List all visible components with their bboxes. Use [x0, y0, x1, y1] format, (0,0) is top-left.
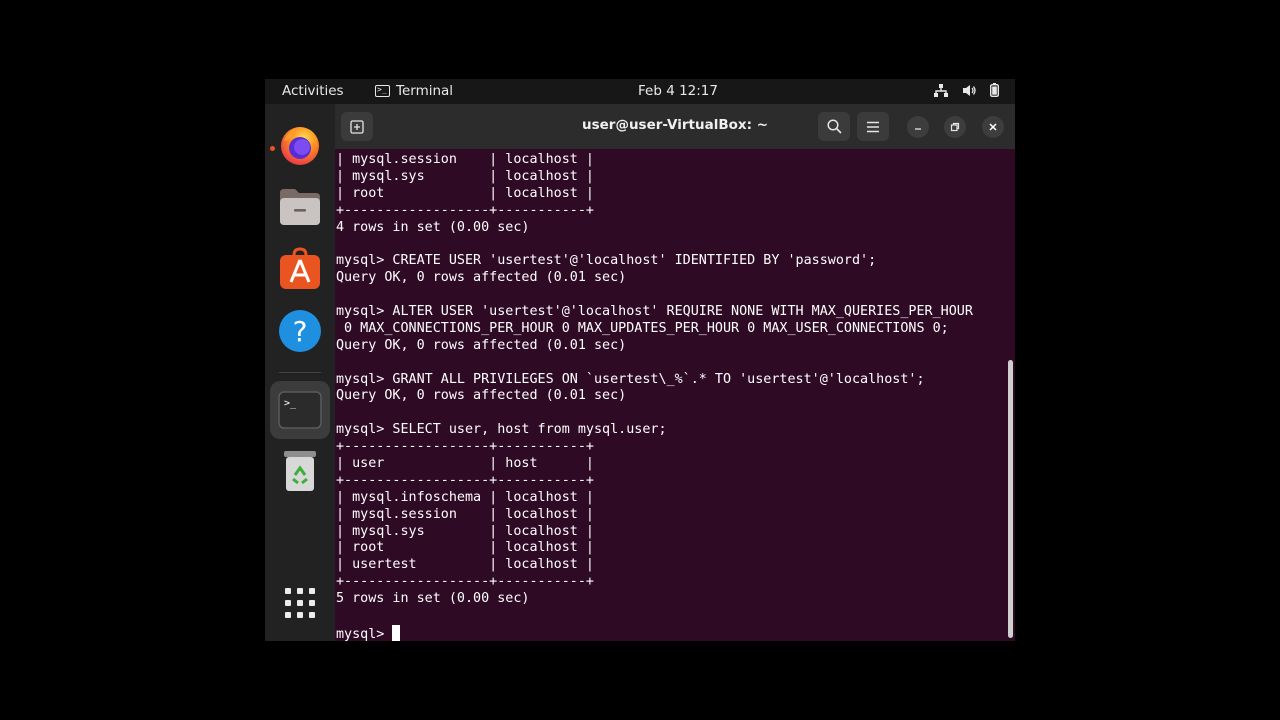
- title-bar[interactable]: user@user-VirtualBox: ~: [335, 104, 1015, 149]
- files-icon: [280, 189, 320, 225]
- system-tray[interactable]: [934, 83, 999, 97]
- svg-text:>_: >_: [284, 398, 297, 409]
- terminal-icon: >_: [278, 391, 322, 429]
- dock-separator: [279, 372, 321, 373]
- search-icon: [826, 119, 842, 134]
- trash-icon: [284, 451, 316, 491]
- desktop-screen: Activities >_ Terminal Feb 4 12:17 ? >_ …: [265, 79, 1015, 641]
- terminal-line: 4 rows in set (0.00 sec): [336, 219, 530, 235]
- terminal-line: | usertest | localhost |: [336, 557, 594, 573]
- hamburger-menu-icon: [867, 121, 879, 132]
- terminal-line: 0 MAX_CONNECTIONS_PER_HOUR 0 MAX_UPDATES…: [336, 320, 949, 336]
- dock-show-apps[interactable]: [270, 574, 330, 632]
- dock-firefox[interactable]: [270, 116, 330, 174]
- restore-icon: [950, 122, 960, 132]
- menu-button[interactable]: [857, 112, 889, 141]
- help-icon: ?: [279, 310, 321, 352]
- dock: ? >_: [265, 104, 335, 641]
- minimize-icon: [915, 128, 921, 130]
- terminal-line: 5 rows in set (0.00 sec): [336, 591, 530, 607]
- terminal-line: Query OK, 0 rows affected (0.01 sec): [336, 337, 627, 353]
- activities-button[interactable]: Activities: [282, 83, 344, 99]
- dock-help[interactable]: ?: [270, 302, 330, 360]
- dock-trash[interactable]: [270, 442, 330, 500]
- dock-app-center[interactable]: [270, 240, 330, 298]
- close-icon: [989, 123, 997, 131]
- terminal-line: | mysql.infoschema | localhost |: [336, 489, 594, 505]
- terminal-line: mysql> GRANT ALL PRIVILEGES ON `usertest…: [336, 371, 925, 387]
- minimize-button[interactable]: [907, 116, 929, 138]
- terminal-line: | mysql.sys | localhost |: [336, 168, 594, 184]
- show-apps-icon: [285, 588, 315, 618]
- terminal-line: | root | localhost |: [336, 185, 594, 201]
- search-button[interactable]: [818, 112, 850, 141]
- app-menu[interactable]: >_ Terminal: [375, 83, 453, 99]
- terminal-line: | mysql.session | localhost |: [336, 152, 594, 167]
- terminal-line: | root | localhost |: [336, 540, 594, 556]
- prompt-line[interactable]: mysql>: [336, 624, 1015, 641]
- terminal-line: +------------------+-----------+: [336, 202, 594, 218]
- restore-button[interactable]: [944, 116, 966, 138]
- dock-terminal[interactable]: >_: [270, 381, 330, 439]
- dock-files[interactable]: [270, 178, 330, 236]
- firefox-icon: [281, 127, 319, 165]
- terminal-line: +------------------+-----------+: [336, 472, 594, 488]
- battery-icon: [990, 83, 999, 97]
- terminal-line: mysql> ALTER USER 'usertest'@'localhost'…: [336, 304, 973, 320]
- terminal-line: | mysql.sys | localhost |: [336, 523, 594, 539]
- volume-icon: [963, 84, 976, 96]
- clock[interactable]: Feb 4 12:17: [638, 83, 718, 99]
- terminal-line: +------------------+-----------+: [336, 574, 594, 590]
- terminal-window: user@user-VirtualBox: ~ | mysql.session …: [335, 104, 1015, 641]
- terminal-line: Query OK, 0 rows affected (0.01 sec): [336, 270, 627, 286]
- terminal-line: +------------------+-----------+: [336, 439, 594, 455]
- terminal-lines: | mysql.session | localhost | | mysql.sys…: [336, 152, 1015, 625]
- app-center-icon: [280, 247, 320, 289]
- terminal-output[interactable]: | mysql.session | localhost | | mysql.sys…: [335, 149, 1015, 641]
- terminal-line: | mysql.session | localhost |: [336, 506, 594, 522]
- terminal-line: mysql> SELECT user, host from mysql.user…: [336, 422, 667, 438]
- terminal-line: Query OK, 0 rows affected (0.01 sec): [336, 388, 627, 404]
- text-cursor: [392, 624, 401, 641]
- top-bar: Activities >_ Terminal Feb 4 12:17: [265, 79, 1015, 104]
- terminal-line: | user | host |: [336, 456, 594, 472]
- close-button[interactable]: [982, 116, 1004, 138]
- app-name: Terminal: [396, 83, 454, 99]
- terminal-small-icon: >_: [375, 85, 390, 97]
- terminal-line: mysql> CREATE USER 'usertest'@'localhost…: [336, 253, 877, 269]
- scrollbar[interactable]: [1008, 360, 1013, 638]
- network-icon: [934, 83, 948, 97]
- svg-text:?: ?: [293, 315, 308, 348]
- prompt: mysql>: [336, 626, 393, 641]
